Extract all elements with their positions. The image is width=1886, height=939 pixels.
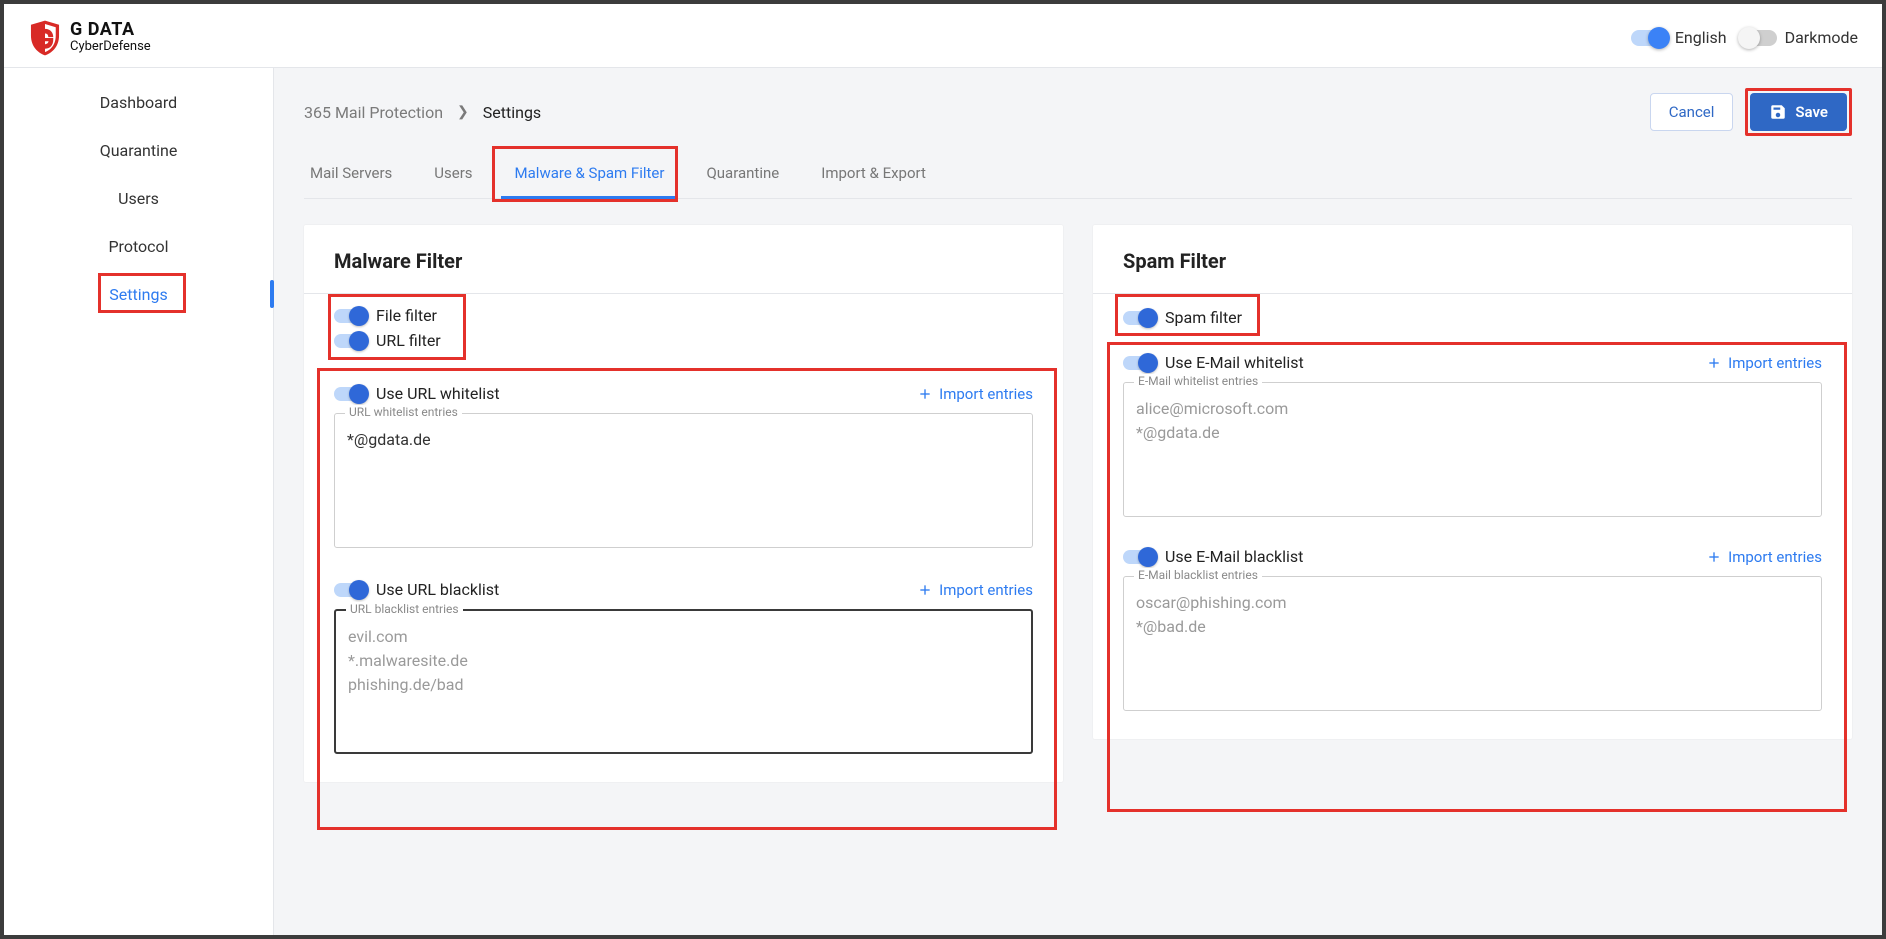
tab-quarantine[interactable]: Quarantine — [700, 150, 785, 198]
plus-icon — [1706, 355, 1722, 371]
url-blacklist-textarea[interactable]: URL blacklist entries evil.com *.malware… — [334, 609, 1033, 754]
breadcrumb-current: Settings — [483, 103, 541, 122]
plus-icon — [917, 582, 933, 598]
spam-filter-title: Spam Filter — [1093, 225, 1852, 293]
app-header: G DATA CyberDefense English Darkmode — [4, 4, 1882, 68]
plus-icon — [1706, 549, 1722, 565]
cancel-button[interactable]: Cancel — [1650, 93, 1734, 131]
sidebar-item-users[interactable]: Users — [4, 174, 273, 222]
url-filter-toggle[interactable] — [334, 334, 366, 348]
email-blacklist-legend: E-Mail blacklist entries — [1134, 568, 1262, 582]
tab-import-export[interactable]: Import & Export — [815, 150, 932, 198]
sidebar-item-dashboard[interactable]: Dashboard — [4, 78, 273, 126]
brand-name: G DATA — [70, 21, 151, 40]
plus-icon — [917, 386, 933, 402]
import-url-blacklist-button[interactable]: Import entries — [917, 581, 1033, 599]
brand-logo: G DATA CyberDefense — [28, 19, 151, 57]
url-whitelist-label: Use URL whitelist — [376, 384, 500, 403]
import-email-blacklist-button[interactable]: Import entries — [1706, 548, 1822, 566]
email-whitelist-label: Use E-Mail whitelist — [1165, 353, 1304, 372]
email-blacklist-textarea[interactable]: E-Mail blacklist entries oscar@phishing.… — [1123, 576, 1822, 711]
sidebar: Dashboard Quarantine Users Protocol Sett… — [4, 68, 274, 935]
import-email-whitelist-button[interactable]: Import entries — [1706, 354, 1822, 372]
tab-malware-spam[interactable]: Malware & Spam Filter — [509, 150, 671, 198]
main-content: 365 Mail Protection ❯ Settings Cancel Sa… — [274, 68, 1882, 935]
malware-filter-panel: Malware Filter File filter U — [304, 225, 1063, 782]
malware-filter-title: Malware Filter — [304, 225, 1063, 293]
url-whitelist-value: *@gdata.de — [347, 428, 1020, 452]
darkmode-switch[interactable] — [1741, 30, 1777, 46]
tab-mail-servers[interactable]: Mail Servers — [304, 150, 398, 198]
email-blacklist-label: Use E-Mail blacklist — [1165, 547, 1303, 566]
tab-users[interactable]: Users — [428, 150, 478, 198]
breadcrumb-root[interactable]: 365 Mail Protection — [304, 103, 443, 122]
brand-sub: CyberDefense — [70, 40, 151, 54]
url-blacklist-toggle[interactable] — [334, 583, 366, 597]
file-filter-label: File filter — [376, 306, 437, 325]
url-whitelist-legend: URL whitelist entries — [345, 405, 462, 419]
language-toggle[interactable]: English — [1631, 28, 1727, 47]
save-button[interactable]: Save — [1750, 93, 1847, 131]
save-icon — [1769, 103, 1787, 121]
url-whitelist-textarea[interactable]: URL whitelist entries *@gdata.de — [334, 413, 1033, 548]
url-filter-label: URL filter — [376, 331, 441, 350]
spam-filter-label: Spam filter — [1165, 308, 1242, 327]
url-blacklist-label: Use URL blacklist — [376, 580, 499, 599]
url-whitelist-toggle[interactable] — [334, 387, 366, 401]
spam-filter-panel: Spam Filter Spam filter — [1093, 225, 1852, 739]
sidebar-item-quarantine[interactable]: Quarantine — [4, 126, 273, 174]
language-label: English — [1675, 28, 1727, 47]
shield-logo-icon — [28, 19, 62, 57]
email-whitelist-toggle[interactable] — [1123, 356, 1155, 370]
file-filter-toggle[interactable] — [334, 309, 366, 323]
sidebar-item-settings[interactable]: Settings — [109, 270, 167, 318]
breadcrumb: 365 Mail Protection ❯ Settings — [304, 103, 541, 122]
email-whitelist-legend: E-Mail whitelist entries — [1134, 374, 1262, 388]
import-url-whitelist-button[interactable]: Import entries — [917, 385, 1033, 403]
darkmode-label: Darkmode — [1785, 28, 1858, 47]
settings-tabs: Mail Servers Users Malware & Spam Filter… — [304, 150, 1852, 199]
spam-filter-toggle[interactable] — [1123, 311, 1155, 325]
darkmode-toggle[interactable]: Darkmode — [1741, 28, 1858, 47]
email-whitelist-textarea[interactable]: E-Mail whitelist entries alice@microsoft… — [1123, 382, 1822, 517]
chevron-right-icon: ❯ — [457, 104, 469, 120]
email-blacklist-toggle[interactable] — [1123, 550, 1155, 564]
language-switch[interactable] — [1631, 30, 1667, 46]
url-blacklist-legend: URL blacklist entries — [346, 602, 463, 616]
sidebar-item-protocol[interactable]: Protocol — [4, 222, 273, 270]
